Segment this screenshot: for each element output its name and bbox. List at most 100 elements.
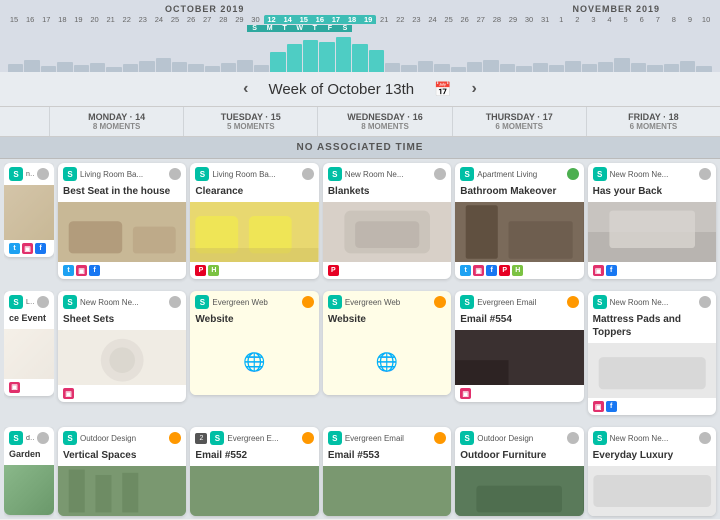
bar	[205, 66, 220, 72]
tn: 20	[86, 15, 102, 24]
card-header: S New Room Ne...	[588, 163, 716, 185]
bar	[123, 64, 138, 72]
bar	[483, 60, 498, 72]
card[interactable]: S n Ba... t ▣ f	[4, 163, 54, 257]
card-channel-name: Evergreen Web	[345, 298, 431, 307]
card[interactable]: S New Room Ne... Mattress Pads and Toppe…	[588, 291, 716, 415]
channel-icon: S	[9, 431, 23, 445]
twitter-icon: t	[63, 265, 74, 276]
cards-row-3: S design Garden S Outdoor Design Vertica…	[0, 423, 720, 519]
tn: 30	[247, 15, 263, 24]
card-title: Has your Back	[588, 185, 716, 202]
tn: 2	[569, 15, 585, 24]
card-title: Blankets	[323, 185, 451, 202]
card[interactable]: S Evergreen Email Email #554 ▣	[455, 291, 583, 402]
card-title: Website	[190, 313, 318, 330]
tn: 7	[650, 15, 666, 24]
card-image	[190, 466, 318, 516]
tn: 25	[167, 15, 183, 24]
card[interactable]: S New Room Ne... Has your Back ▣ f	[588, 163, 716, 279]
bar-highlight	[369, 50, 384, 72]
card-status-dot	[434, 168, 446, 180]
card-header: S Evergreen Web	[323, 291, 451, 313]
card-image	[4, 465, 54, 515]
tn-highlight: 12	[264, 15, 280, 24]
card-header: S Evergreen Web	[190, 291, 318, 313]
card[interactable]: S Outdoor Design Vertical Spaces	[58, 427, 186, 516]
card[interactable]: S New Room Ne... Blankets P	[323, 163, 451, 279]
tn: 1	[553, 15, 569, 24]
card[interactable]: S Living Room Ba... Best Seat in the hou…	[58, 163, 186, 279]
channel-icon: S	[63, 295, 77, 309]
tn: 28	[489, 15, 505, 24]
channel-icon: S	[9, 167, 23, 181]
card[interactable]: S Living Room Ba... Clearance P H	[190, 163, 318, 279]
prev-week-button[interactable]: ‹	[243, 80, 248, 98]
day-label: MONDAY · 14	[52, 112, 181, 122]
card-channel-name: Outdoor Design	[477, 434, 563, 443]
card-header: S Apartment Living	[455, 163, 583, 185]
tn-highlight: 16	[312, 15, 328, 24]
channel-icon: S	[195, 167, 209, 181]
facebook-icon: f	[89, 265, 100, 276]
bar	[614, 58, 629, 72]
card[interactable]: S design Garden	[4, 427, 54, 515]
tn-highlight: 14	[280, 15, 296, 24]
card[interactable]: S New Room Ne... Sheet Sets ▣	[58, 291, 186, 402]
moments-count: 6 MOMENTS	[455, 122, 584, 131]
card-title: Email #552	[190, 449, 318, 466]
tn: 5	[618, 15, 634, 24]
bar	[385, 63, 400, 72]
card[interactable]: S New Room Ne... Everyday Luxury	[588, 427, 716, 516]
card[interactable]: S Living ce Event ▣	[4, 291, 54, 396]
card-image	[58, 330, 186, 385]
card[interactable]: S Evergreen Email Email #553	[323, 427, 451, 516]
bar	[696, 66, 711, 72]
card-status-dot	[169, 296, 181, 308]
card-title: Clearance	[190, 185, 318, 202]
channel-icon: S	[593, 431, 607, 445]
channel-icon: S	[460, 295, 474, 309]
tn: 10	[698, 15, 714, 24]
social-icons: ▣ f	[588, 398, 716, 415]
card-status-dot	[302, 296, 314, 308]
bar-highlight	[303, 40, 318, 72]
card-col-wed-3: S Evergreen Email Email #553	[323, 427, 451, 519]
bar	[401, 65, 416, 72]
instagram-icon: ▣	[593, 401, 604, 412]
card[interactable]: S Apartment Living Bathroom Makeover t ▣…	[455, 163, 583, 279]
bar	[565, 61, 580, 72]
day-headers: MONDAY · 14 8 MOMENTS TUESDAY · 15 5 MOM…	[0, 107, 720, 137]
instagram-icon: ▣	[473, 265, 484, 276]
social-icons: ▣	[4, 379, 54, 396]
bar	[533, 63, 548, 72]
tn: 22	[392, 15, 408, 24]
card[interactable]: S Evergreen Web Website 🌐	[190, 291, 318, 395]
pinterest-icon: P	[195, 265, 206, 276]
card-title: Website	[323, 313, 451, 330]
next-week-button[interactable]: ›	[472, 80, 477, 98]
partial-card-col-3: S design Garden	[4, 427, 54, 519]
card[interactable]: S Evergreen Web Website 🌐	[323, 291, 451, 395]
card-status-dot	[169, 168, 181, 180]
bar	[582, 64, 597, 72]
card[interactable]: S Outdoor Design Outdoor Furniture	[455, 427, 583, 516]
social-icons: t ▣ f P H	[455, 262, 583, 279]
calendar-icon[interactable]: 📅	[434, 81, 451, 98]
day-label: WEDNESDAY · 16	[320, 112, 449, 122]
cards-area: S n Ba... t ▣ f S Living Room Ba...	[0, 159, 720, 519]
card-channel-name: New Room Ne...	[610, 434, 696, 443]
bar	[516, 66, 531, 72]
card-status-dot	[37, 432, 49, 444]
instagram-icon: ▣	[22, 243, 33, 254]
moments-count: 6 MOMENTS	[589, 122, 718, 131]
card-col-wed: S New Room Ne... Blankets P	[323, 163, 451, 283]
card[interactable]: 2 S Evergreen E... Email #552	[190, 427, 318, 516]
card-channel-name: n Ba...	[26, 171, 34, 178]
card-status-dot	[37, 296, 49, 308]
card-title: Mattress Pads and Toppers	[588, 313, 716, 343]
card-title: Sheet Sets	[58, 313, 186, 330]
instagram-icon: ▣	[76, 265, 87, 276]
social-icons: P H	[190, 262, 318, 279]
card-channel-name: New Room Ne...	[80, 298, 166, 307]
